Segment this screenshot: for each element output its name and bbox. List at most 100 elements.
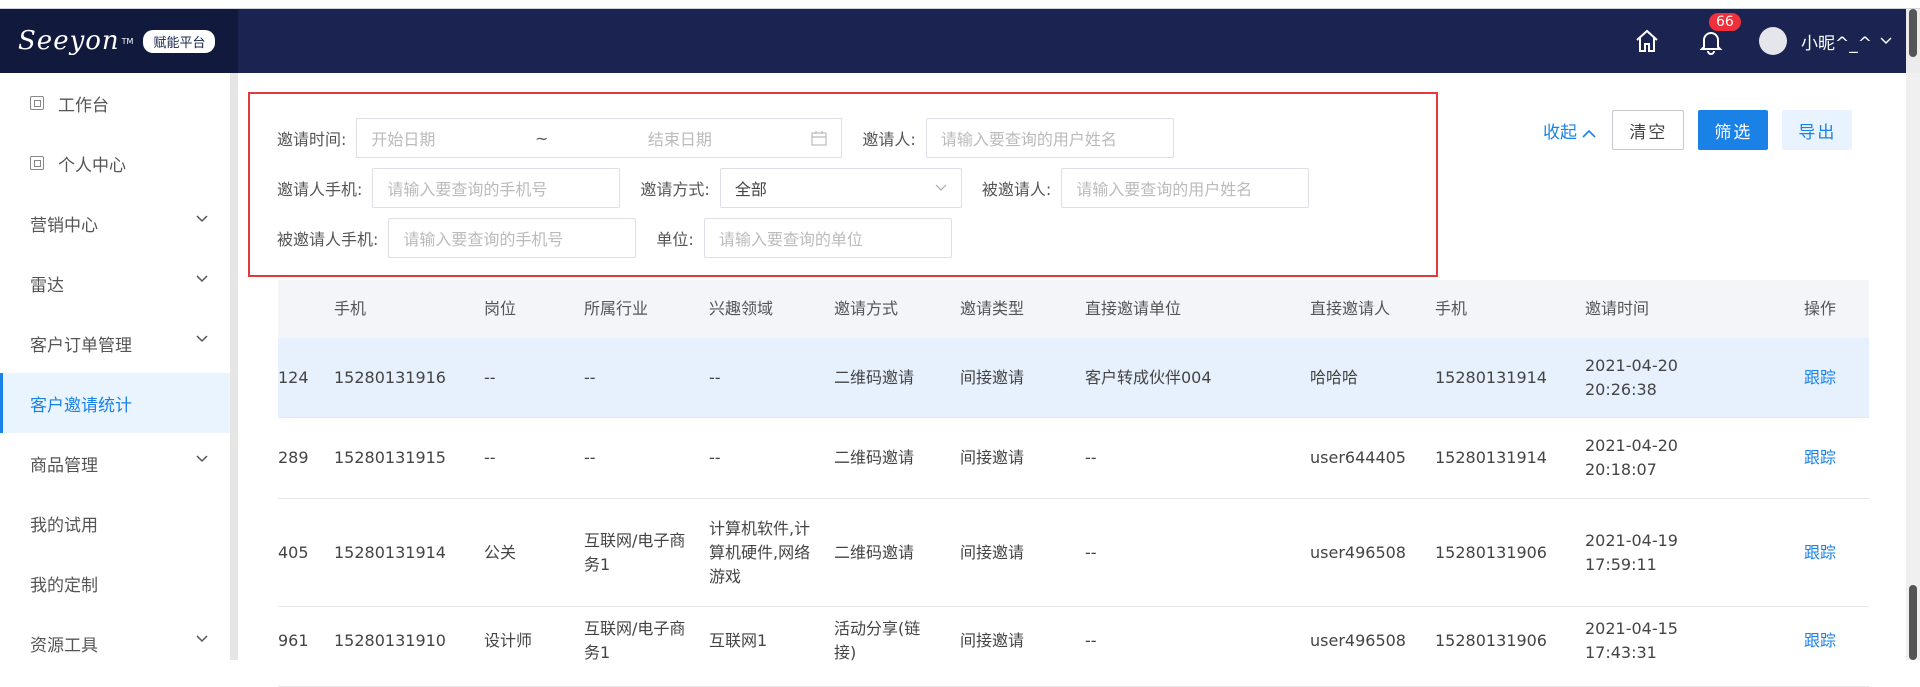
chevron-down-icon [196,635,208,643]
table-cell: 2021-04-20 20:26:38 [1585,355,1678,399]
table-cell: 405 [278,542,309,562]
inviter-label: 邀请人: [862,130,916,149]
scrollbar-thumb[interactable] [1909,585,1917,660]
logo-area[interactable]: Seeyon TM 赋能平台 [0,9,238,73]
table-cell: 公关 [484,542,517,562]
chevron-down-icon [196,335,208,343]
table-row[interactable]: 289 15280131915 -- -- -- 二维码邀请 间接邀请 -- u… [278,418,1869,499]
chevron-down-icon [196,275,208,283]
sidebar-item-label: 资源工具 [30,635,98,656]
filter-row-3: 被邀请人手机: 请输入要查询的手机号 单位: 请输入要查询的单位 [277,218,952,258]
table-cell: 互联网/电子商务1 [584,530,686,574]
table-header: 手机 岗位 所属行业 兴趣领域 邀请方式 邀请类型 直接邀请单位 直接邀请人 手… [278,280,1869,338]
platform-badge: 赋能平台 [143,29,216,53]
invitee-input[interactable]: 请输入要查询的用户姓名 [1061,168,1310,208]
table-row[interactable]: 961 15280131910 设计师 互联网/电子商务1 互联网1 活动分享(… [278,607,1869,687]
inviter-phone-label: 邀请人手机: [277,180,363,199]
filter-row-2: 邀请人手机: 请输入要查询的手机号 邀请方式: 全部 被邀请人: 请输入要查询的… [277,168,1310,208]
invite-method-value: 全部 [734,180,767,199]
table-cell: user496508 [1310,542,1406,562]
invite-method-select[interactable]: 全部 [719,168,962,208]
sidebar-item-radar[interactable]: 雷达 [0,253,230,313]
table-cell: 互联网1 [709,631,768,650]
sidebar-item-marketing[interactable]: 营销中心 [0,193,230,253]
username[interactable]: 小昵^_^ [1801,29,1872,54]
column-header: 直接邀请人 [1310,299,1391,318]
start-date-input[interactable]: 开始日期 [371,126,435,150]
calendar-icon [811,131,827,146]
filter-actions: 收起 清空 筛选 导出 [1543,110,1853,150]
collapse-link[interactable]: 收起 [1543,118,1596,143]
sidebar-item-invite-stats[interactable]: 客户邀请统计 [0,373,230,433]
table-cell: 15280131914 [1435,448,1547,467]
sidebar-item-products[interactable]: 商品管理 [0,433,230,493]
table-cell: 15280131906 [1435,631,1547,650]
table-cell: 间接邀请 [960,367,1025,387]
chevron-down-icon[interactable] [1880,37,1892,45]
page-scrollbar[interactable] [1906,73,1920,660]
sidebar: 工作台 个人中心 营销中心 雷达 客户订单管理 客户邀请统计 商品管理 我的试用… [0,73,230,660]
table-cell: 二维码邀请 [834,448,915,467]
table-cell: 互联网/电子商务1 [584,619,686,662]
table-cell: 15280131914 [1435,367,1547,387]
filter-panel: 邀请时间: 开始日期 ~ 结束日期 邀请人: 请输入要查询的用户姓名 邀请人手机… [248,92,1438,277]
end-date-input[interactable]: 结束日期 [648,126,712,150]
sidebar-item-label: 个人中心 [58,155,126,176]
table-cell: 二维码邀请 [834,367,915,387]
sidebar-item-resources[interactable]: 资源工具 [0,613,230,673]
track-link-label: 跟踪 [1804,631,1837,650]
invite-method-label: 邀请方式: [640,180,710,199]
inviter-phone-input[interactable]: 请输入要查询的手机号 [372,168,621,208]
sidebar-item-my-custom[interactable]: 我的定制 [0,553,230,613]
top-header: Seeyon TM 赋能平台 66 小昵^_^ [0,9,1920,73]
column-header: 直接邀请单位 [1085,299,1182,318]
table-row[interactable]: 124 15280131916 -- -- -- 二维码邀请 间接邀请 客户转成… [278,338,1869,418]
filter-row-1: 邀请时间: 开始日期 ~ 结束日期 邀请人: 请输入要查询的用户姓名 [277,118,1174,158]
notification-bell[interactable]: 66 [1697,11,1743,55]
avatar[interactable] [1759,27,1787,55]
track-link[interactable]: 跟踪 [1804,366,1864,390]
column-header: 邀请时间 [1585,299,1650,318]
export-button[interactable]: 导出 [1782,110,1853,150]
chevron-up-icon [1582,129,1596,138]
invitee-phone-input[interactable]: 请输入要查询的手机号 [388,218,637,258]
unit-input[interactable]: 请输入要查询的单位 [703,218,952,258]
unit-label: 单位: [656,230,694,249]
sidebar-item-label: 我的试用 [30,515,98,536]
table-cell: 15280131906 [1435,542,1547,562]
table-cell: 15280131915 [334,448,446,467]
sidebar-item-my-trial[interactable]: 我的试用 [0,493,230,553]
table-cell: -- [584,367,596,387]
track-link[interactable]: 跟踪 [1804,629,1864,653]
square-icon [30,96,44,110]
sidebar-item-orders[interactable]: 客户订单管理 [0,313,230,373]
scrollbar-thumb-top[interactable] [1909,9,1917,57]
table-row[interactable]: 405 15280131914 公关 互联网/电子商务1 计算机软件,计算机硬件… [278,499,1869,607]
table-cell: 2021-04-19 17:59:11 [1585,530,1678,574]
table-cell: 15280131914 [334,542,446,562]
track-link[interactable]: 跟踪 [1804,446,1864,470]
date-range-picker[interactable]: 开始日期 ~ 结束日期 [356,118,843,158]
notification-count-badge: 66 [1707,11,1743,33]
sidebar-scrollbar[interactable] [230,73,238,660]
seeyon-logo: Seeyon [18,26,120,56]
chevron-down-icon [196,455,208,463]
sidebar-item-workbench[interactable]: 工作台 [0,73,230,133]
home-icon[interactable] [1633,27,1661,55]
table-cell: 活动分享(链接) [834,619,921,662]
track-link[interactable]: 跟踪 [1804,541,1864,565]
invite-table: 手机 岗位 所属行业 兴趣领域 邀请方式 邀请类型 直接邀请单位 直接邀请人 手… [278,280,1869,687]
column-header: 邀请类型 [960,299,1025,318]
track-link-label: 跟踪 [1804,448,1837,467]
clear-button[interactable]: 清空 [1612,110,1685,150]
table-cell: user496508 [1310,631,1406,650]
filter-button[interactable]: 筛选 [1698,110,1769,150]
track-link-label: 跟踪 [1804,542,1837,562]
table-cell: 289 [278,448,309,467]
table-cell: 2021-04-15 17:43:31 [1585,619,1678,662]
sidebar-item-label: 工作台 [58,95,109,116]
sidebar-item-personal-center[interactable]: 个人中心 [0,133,230,193]
window-top-edge [0,0,1920,9]
inviter-input[interactable]: 请输入要查询的用户姓名 [925,118,1174,158]
sidebar-item-label: 客户订单管理 [30,335,132,356]
